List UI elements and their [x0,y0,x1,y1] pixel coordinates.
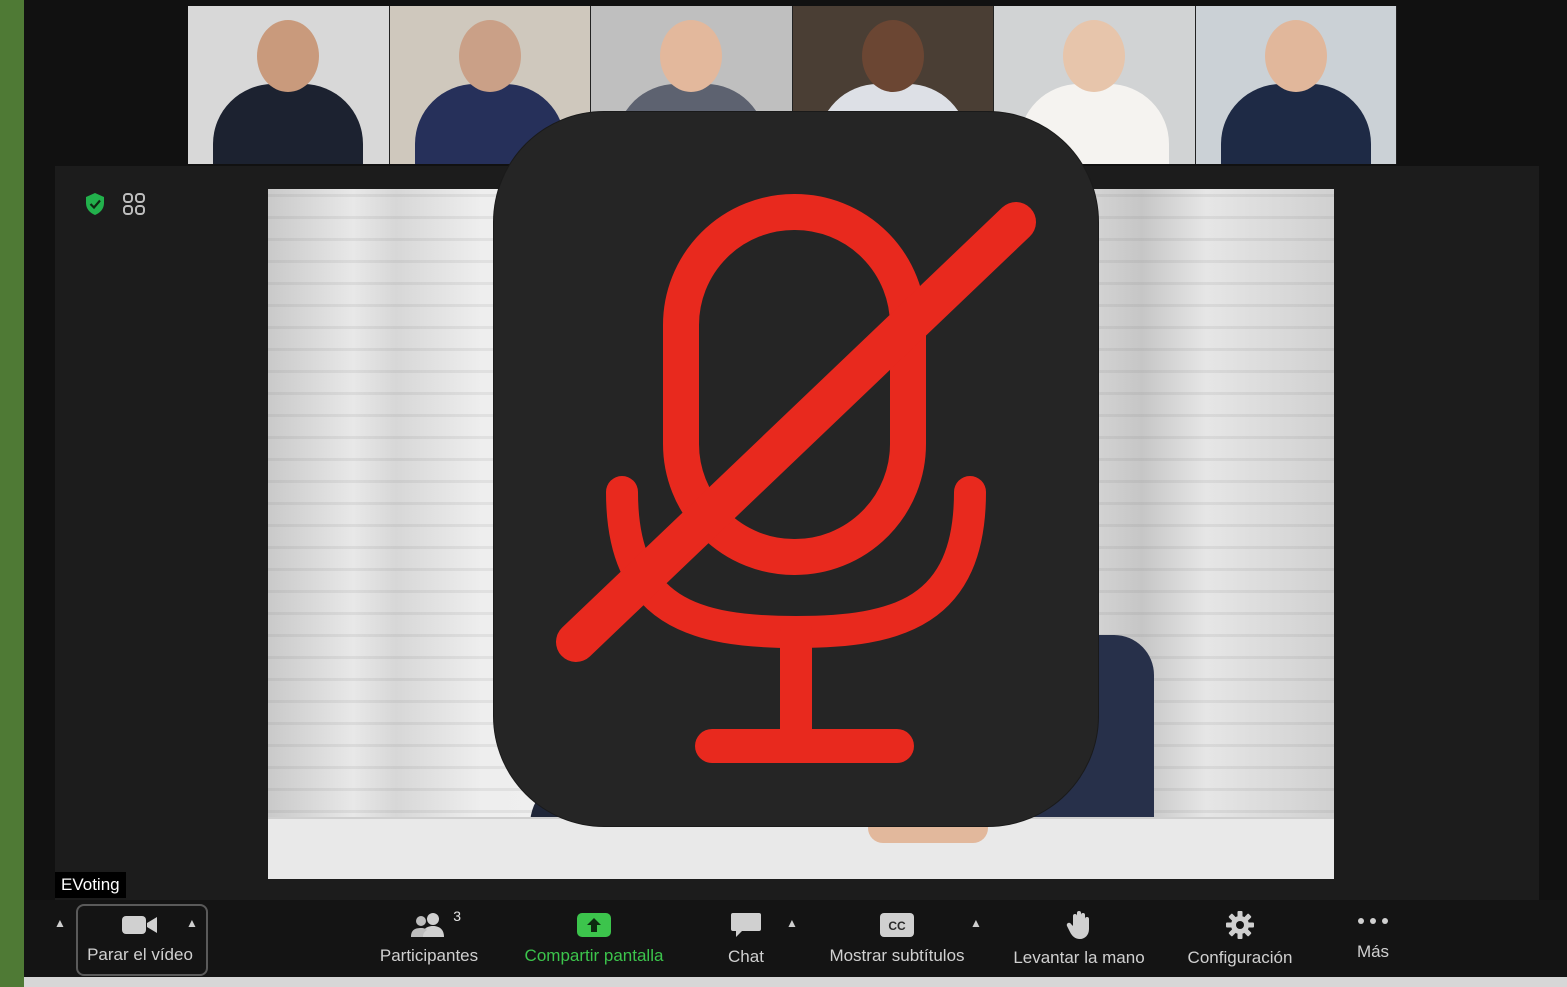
microphone-muted-overlay [494,112,1098,826]
more-dots-icon [1358,917,1388,924]
shield-check-icon[interactable] [84,192,106,221]
show-subtitles-button[interactable]: CC Mostrar subtítulos [819,900,975,977]
stop-video-button[interactable]: Parar el vídeo [76,900,204,977]
video-camera-icon [122,915,157,934]
more-label: Más [1356,941,1390,961]
share-screen-label: Compartir pantalla [524,945,664,965]
raise-hand-icon [1066,910,1089,939]
share-screen-icon [577,912,611,937]
audio-options-chevron-up-icon[interactable]: ▲ [54,916,66,930]
participant-tile[interactable] [1195,6,1397,164]
desk [268,817,1334,879]
chat-label: Chat [728,946,764,966]
participant-tile[interactable] [188,6,390,164]
meeting-toolbar: ▲ Parar el vídeo ▲ 3 Participantes Compa… [24,900,1567,977]
more-button[interactable]: Más [1342,900,1404,977]
participants-icon [411,912,444,937]
svg-text:CC: CC [888,919,906,933]
settings-label: Configuración [1187,947,1293,967]
raise-hand-button[interactable]: Levantar la mano [1006,900,1152,977]
window-bottom-edge [24,977,1567,987]
chat-options-chevron-up-icon[interactable]: ▲ [786,916,798,930]
participants-label: Participantes [379,945,479,965]
video-options-chevron-up-icon[interactable]: ▲ [186,916,198,930]
microphone-muted-icon [556,194,1036,763]
stop-video-label: Parar el vídeo [87,944,193,964]
settings-button[interactable]: Configuración [1180,900,1300,977]
subtitles-options-chevron-up-icon[interactable]: ▲ [970,916,982,930]
chat-button[interactable]: Chat [716,900,776,977]
grid-view-icon[interactable] [122,192,146,221]
participants-count-badge: 3 [453,907,461,924]
meeting-window: EVoting ▲ Parar el vídeo ▲ 3 Participant… [24,0,1567,987]
participant-name-label: EVoting [55,872,126,898]
closed-captions-icon: CC [880,912,914,937]
gear-icon [1226,910,1254,939]
status-icons [84,192,146,221]
chat-bubble-icon [731,912,761,937]
share-screen-button[interactable]: Compartir pantalla [514,900,674,977]
show-subtitles-label: Mostrar subtítulos [829,945,965,965]
raise-hand-label: Levantar la mano [1013,947,1145,967]
participants-button[interactable]: 3 Participantes [369,900,489,977]
